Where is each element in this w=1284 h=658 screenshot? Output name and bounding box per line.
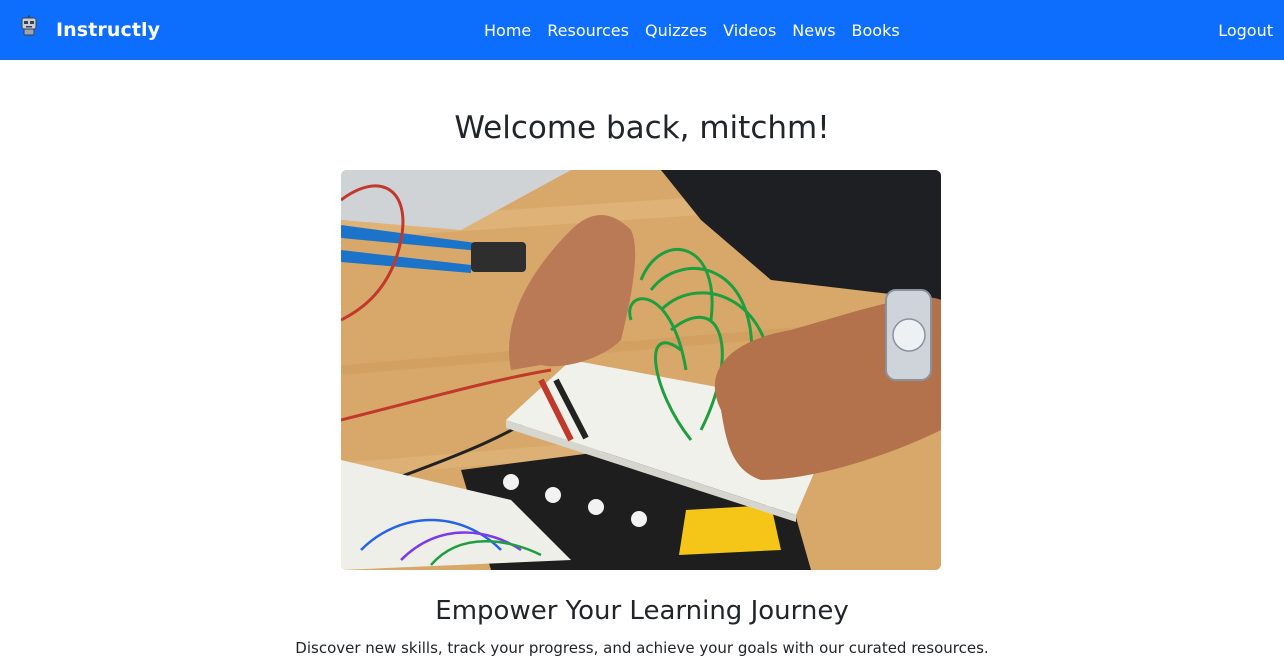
brand-name: Instructly: [56, 19, 161, 41]
nav-books[interactable]: Books: [844, 21, 908, 40]
nav-news[interactable]: News: [784, 21, 843, 40]
hero-image: [341, 170, 941, 570]
breadboard-photo: [341, 170, 941, 570]
nav-quizzes[interactable]: Quizzes: [637, 21, 715, 40]
main-nav: Home Resources Quizzes Videos News Books: [476, 0, 908, 60]
robot-icon: [18, 15, 40, 37]
logout-link[interactable]: Logout: [1218, 0, 1273, 60]
top-navbar: Instructly Home Resources Quizzes Videos…: [0, 0, 1284, 60]
nav-videos[interactable]: Videos: [715, 21, 784, 40]
main-content: Welcome back, mitchm! Empower Your Learn…: [0, 60, 1284, 657]
nav-resources[interactable]: Resources: [539, 21, 637, 40]
brand-link[interactable]: Instructly: [18, 0, 160, 60]
welcome-heading: Welcome back, mitchm!: [454, 110, 830, 146]
tagline-subtext: Discover new skills, track your progress…: [295, 639, 989, 657]
tagline-heading: Empower Your Learning Journey: [435, 596, 849, 626]
nav-home[interactable]: Home: [476, 21, 539, 40]
